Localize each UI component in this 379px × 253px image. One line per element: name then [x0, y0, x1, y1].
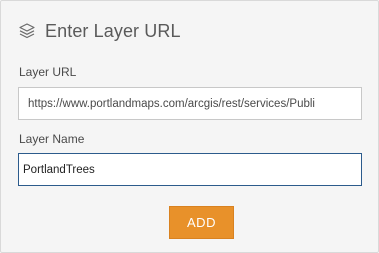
layer-name-label: Layer Name [19, 132, 85, 146]
panel-title: Enter Layer URL [45, 20, 181, 41]
layers-icon [17, 21, 37, 41]
layer-url-input[interactable] [18, 87, 362, 120]
panel-header: Enter Layer URL [17, 17, 181, 45]
layer-url-label: Layer URL [19, 65, 77, 79]
layer-name-input[interactable] [18, 153, 362, 186]
add-button[interactable]: ADD [169, 206, 234, 239]
enter-layer-url-panel: Enter Layer URL Layer URL Layer Name ADD [0, 0, 379, 253]
